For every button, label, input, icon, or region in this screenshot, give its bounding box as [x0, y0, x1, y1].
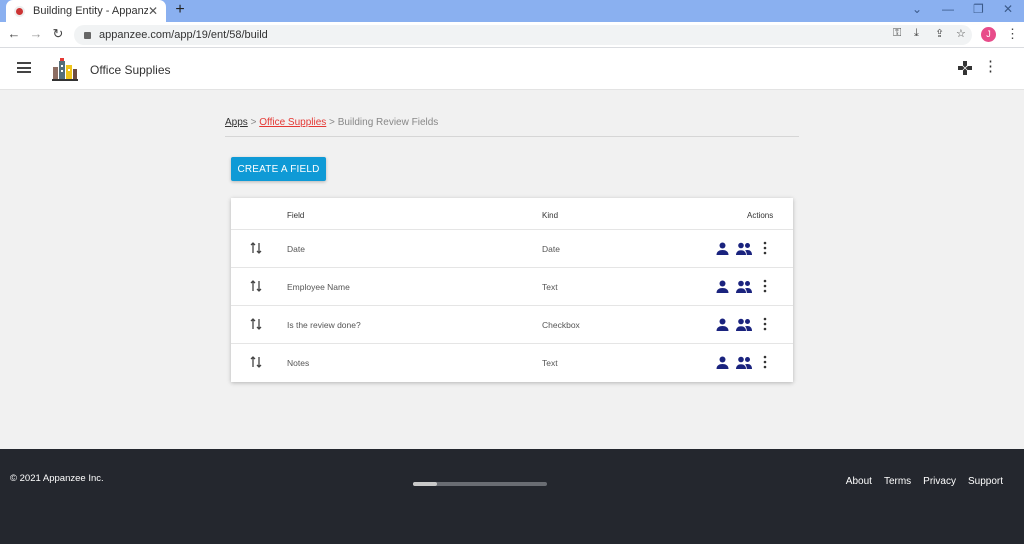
hamburger-menu-icon[interactable] [17, 62, 31, 73]
field-name: Is the review done? [287, 320, 361, 330]
table-header: Field Kind Actions [231, 198, 793, 230]
divider [225, 136, 799, 137]
app-title: Office Supplies [90, 63, 171, 77]
group-icon[interactable] [736, 242, 752, 255]
drag-sort-icon[interactable] [249, 317, 263, 331]
group-icon[interactable] [736, 356, 752, 369]
breadcrumb-separator: > [247, 117, 260, 128]
copyright-text: © 2021 Appanzee Inc. [10, 473, 104, 484]
back-icon[interactable]: ← [6, 26, 22, 41]
person-icon[interactable] [716, 356, 729, 369]
column-header-kind: Kind [542, 211, 559, 220]
column-header-actions: Actions [747, 211, 774, 220]
reload-icon[interactable]: ↻ [50, 26, 66, 42]
breadcrumb-app-link[interactable]: Office Supplies [259, 117, 326, 128]
app-header: Office Supplies ⋮ [0, 48, 1024, 90]
column-header-field: Field [287, 211, 305, 220]
app-menu-icon[interactable]: ⋮ [983, 59, 998, 74]
group-icon[interactable] [736, 280, 752, 293]
url-text: appanzee.com/app/19/ent/58/build [99, 29, 268, 41]
field-kind: Text [542, 282, 558, 292]
gamepad-icon[interactable] [957, 60, 973, 76]
field-name: Employee Name [287, 282, 350, 292]
footer: © 2021 Appanzee Inc. About Terms Privacy… [0, 449, 1024, 544]
key-icon[interactable]: ⚿ [893, 27, 901, 40]
table-row: Date Date [231, 230, 793, 268]
profile-avatar[interactable]: J [981, 27, 996, 42]
new-tab-button[interactable]: + [172, 1, 188, 19]
footer-link-about[interactable]: About [846, 476, 872, 487]
field-kind: Checkbox [542, 320, 580, 330]
favicon-icon [14, 5, 25, 17]
browser-menu-icon[interactable]: ⋮ [1006, 26, 1019, 42]
forward-icon[interactable]: → [28, 26, 44, 41]
tab-search-icon[interactable]: ⌄ [912, 2, 922, 16]
more-options-icon[interactable] [762, 279, 768, 293]
breadcrumb-separator: > [326, 117, 338, 128]
group-icon[interactable] [736, 318, 752, 331]
footer-link-terms[interactable]: Terms [884, 476, 911, 487]
office-supplies-logo-icon [52, 58, 78, 81]
lock-icon [84, 31, 91, 39]
share-icon[interactable]: ⇪ [935, 27, 944, 40]
fields-table: Field Kind Actions Date Date Employee Na… [231, 198, 793, 382]
tab-close-icon[interactable]: ✕ [148, 4, 158, 18]
field-name: Notes [287, 358, 310, 368]
horizontal-scrollbar[interactable] [413, 482, 547, 486]
field-kind: Date [542, 244, 560, 254]
person-icon[interactable] [716, 242, 729, 255]
restore-icon[interactable]: ❐ [973, 2, 984, 16]
browser-tab[interactable]: Building Entity - Appanzee ✕ [6, 0, 166, 22]
more-options-icon[interactable] [762, 241, 768, 255]
breadcrumb: Apps > Office Supplies > Building Review… [225, 117, 438, 128]
table-row: Employee Name Text [231, 268, 793, 306]
more-options-icon[interactable] [762, 317, 768, 331]
breadcrumb-apps-link[interactable]: Apps [225, 117, 248, 128]
window-close-icon[interactable]: ✕ [1003, 2, 1013, 16]
minimize-icon[interactable]: — [942, 2, 954, 16]
drag-sort-icon[interactable] [249, 279, 263, 293]
create-field-button[interactable]: CREATE A FIELD [231, 157, 326, 181]
field-name: Date [287, 244, 305, 254]
drag-sort-icon[interactable] [249, 241, 263, 255]
browser-toolbar: ← → ↻ appanzee.com/app/19/ent/58/build ⚿… [0, 22, 1024, 48]
table-row: Notes Text [231, 344, 793, 382]
bookmark-star-icon[interactable]: ☆ [956, 27, 966, 40]
table-row: Is the review done? Checkbox [231, 306, 793, 344]
breadcrumb-current: Building Review Fields [337, 117, 439, 128]
install-icon[interactable]: ⤓ [914, 27, 919, 40]
footer-link-support[interactable]: Support [968, 476, 1003, 487]
drag-sort-icon[interactable] [249, 355, 263, 369]
more-options-icon[interactable] [762, 355, 768, 369]
person-icon[interactable] [716, 280, 729, 293]
scrollbar-thumb[interactable] [413, 482, 437, 486]
person-icon[interactable] [716, 318, 729, 331]
address-bar[interactable]: appanzee.com/app/19/ent/58/build [74, 25, 972, 45]
browser-tab-bar: Building Entity - Appanzee ✕ + ⌄ — ❐ ✕ [0, 0, 1024, 22]
tab-title: Building Entity - Appanzee [33, 5, 148, 17]
footer-link-privacy[interactable]: Privacy [923, 476, 956, 487]
footer-links: About Terms Privacy Support [846, 476, 1003, 487]
field-kind: Text [542, 358, 558, 368]
